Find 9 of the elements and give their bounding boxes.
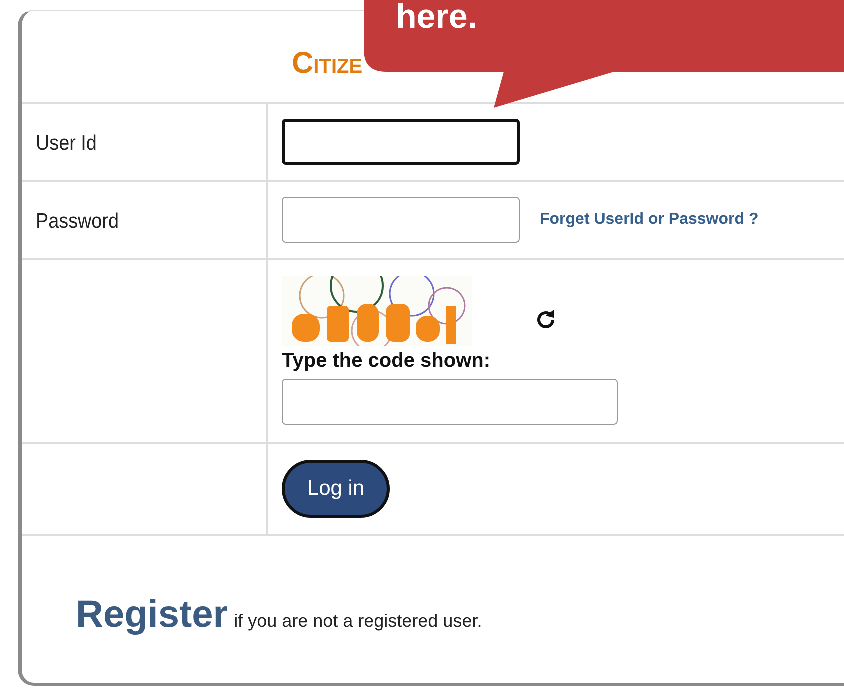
- captcha-prompt: Type the code shown:: [282, 350, 491, 373]
- field-label: Password: [36, 210, 119, 234]
- register-note: if you are not a registered user.: [234, 611, 482, 632]
- register-link[interactable]: Register: [76, 594, 228, 637]
- login-button[interactable]: Log in: [282, 460, 390, 518]
- forgot-link[interactable]: Forget UserId or Password ?: [540, 211, 759, 229]
- callout-text: here.: [396, 0, 478, 34]
- login-title: CITIZE: [292, 46, 363, 80]
- field-label: User Id: [36, 132, 97, 156]
